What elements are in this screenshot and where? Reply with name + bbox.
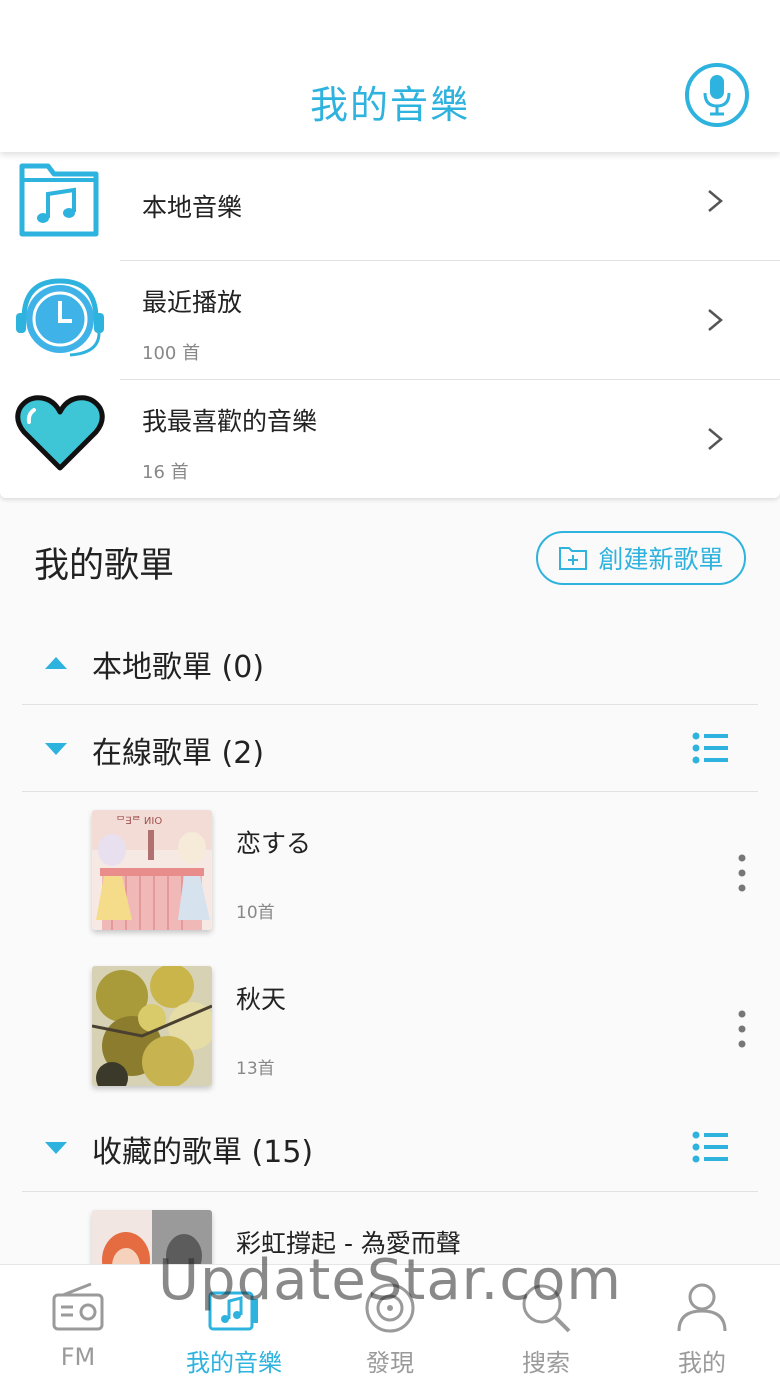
more-options-icon[interactable] xyxy=(738,854,746,892)
section-title: 我的歌單 xyxy=(34,546,175,586)
row-title: 本地音樂 xyxy=(142,193,243,222)
divider xyxy=(22,704,758,705)
group-label: 收藏的歌單 (15) xyxy=(92,1135,314,1170)
microphone-icon xyxy=(703,75,731,116)
quick-access-card: 本地音樂 最近播放 100 首 我最喜歡的音樂 16 首 xyxy=(0,152,780,498)
favorite-music-row[interactable]: 我最喜歡的音樂 16 首 xyxy=(0,380,780,499)
group-label: 本地歌單 (0) xyxy=(92,650,265,685)
create-playlist-button[interactable]: 創建新歌單 xyxy=(536,531,746,585)
app-header: 我的音樂 xyxy=(0,0,780,152)
row-title: 我最喜歡的音樂 xyxy=(142,407,318,436)
list-manage-icon[interactable] xyxy=(692,1131,730,1163)
svg-text:ᄆ∃ᄅ ИIO: ᄆ∃ᄅ ИIO xyxy=(116,816,162,827)
chevron-right-icon xyxy=(708,428,723,450)
microphone-button[interactable] xyxy=(685,63,749,127)
tab-label: 我的 xyxy=(678,1349,726,1377)
more-options-icon[interactable] xyxy=(738,1010,746,1048)
group-local-playlists[interactable]: 本地歌單 (0) xyxy=(22,620,758,706)
playlist-item[interactable]: 秋天 13首 xyxy=(92,966,752,1088)
row-count: 100 首 xyxy=(142,343,201,364)
tab-label: 搜索 xyxy=(522,1349,570,1377)
local-music-row[interactable]: 本地音樂 xyxy=(0,152,780,271)
expand-arrow-icon xyxy=(45,743,67,755)
playlist-cover: ᄆ∃ᄅ ИIO xyxy=(92,810,212,930)
row-count: 16 首 xyxy=(142,462,189,483)
playlist-count: 10首 xyxy=(236,903,275,923)
list-manage-icon[interactable] xyxy=(692,732,730,764)
create-playlist-label: 創建新歌單 xyxy=(598,545,724,574)
recent-played-row[interactable]: 最近播放 100 首 xyxy=(0,261,780,380)
tab-label: 我的音樂 xyxy=(186,1349,282,1377)
playlist-name: 秋天 xyxy=(236,985,287,1014)
group-label: 在線歌單 (2) xyxy=(92,736,265,771)
expand-arrow-icon xyxy=(45,1142,67,1154)
clock-headset-icon xyxy=(14,275,106,367)
page-title: 我的音樂 xyxy=(309,83,470,127)
playlist-cover xyxy=(92,966,212,1086)
chevron-right-icon xyxy=(708,190,723,212)
chevron-right-icon xyxy=(708,309,723,331)
playlist-name: 恋する xyxy=(236,829,312,858)
divider xyxy=(22,1191,758,1192)
tab-label: 發現 xyxy=(366,1349,414,1377)
heart-icon xyxy=(14,394,106,486)
tab-label: FM xyxy=(60,1343,96,1371)
group-favorited-playlists[interactable]: 收藏的歌單 (15) xyxy=(22,1105,758,1191)
watermark: UpdateStar.com xyxy=(158,1248,622,1313)
row-title: 最近播放 xyxy=(142,288,243,317)
playlist-count: 13首 xyxy=(236,1059,275,1079)
add-folder-icon xyxy=(559,547,588,570)
playlist-item[interactable]: ᄆ∃ᄅ ИIO 恋する 10首 xyxy=(92,810,752,932)
group-online-playlists[interactable]: 在線歌單 (2) xyxy=(22,706,758,792)
music-folder-icon xyxy=(14,160,106,252)
collapse-arrow-icon xyxy=(45,657,67,669)
divider xyxy=(22,791,758,792)
